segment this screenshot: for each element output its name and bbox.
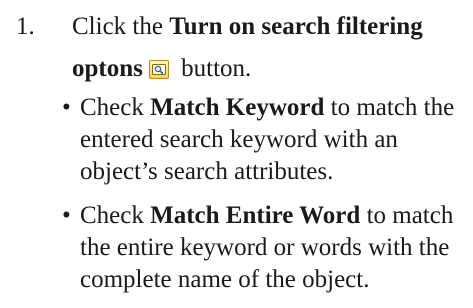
bullet-lead: Check [80, 94, 151, 121]
bullet-marker: • [62, 202, 71, 229]
bullet-marker: • [62, 94, 71, 121]
step-prefix: Click the [72, 13, 170, 40]
step-text: Click the Turn on search filtering opton… [72, 6, 466, 90]
button-name-line2: optons [72, 55, 143, 82]
button-name-line1: Turn on search filtering [169, 13, 423, 40]
bullet-lead: Check [80, 202, 151, 229]
option-list: • Check Match Keyword to match the enter… [56, 92, 468, 308]
option-name: Match Entire Word [150, 202, 361, 229]
option-name: Match Keyword [150, 94, 325, 121]
step-number: 1. [16, 13, 35, 40]
step-suffix: button. [174, 55, 252, 82]
search-filter-icon [148, 60, 169, 79]
list-item-match-entire-word: • Check Match Entire Word to match the e… [56, 200, 468, 296]
step-1: 1. Click the Turn on search filtering op… [16, 6, 466, 90]
instruction-page: 1. Click the Turn on search filtering op… [0, 0, 473, 293]
list-item-match-keyword: • Check Match Keyword to match the enter… [56, 92, 468, 188]
